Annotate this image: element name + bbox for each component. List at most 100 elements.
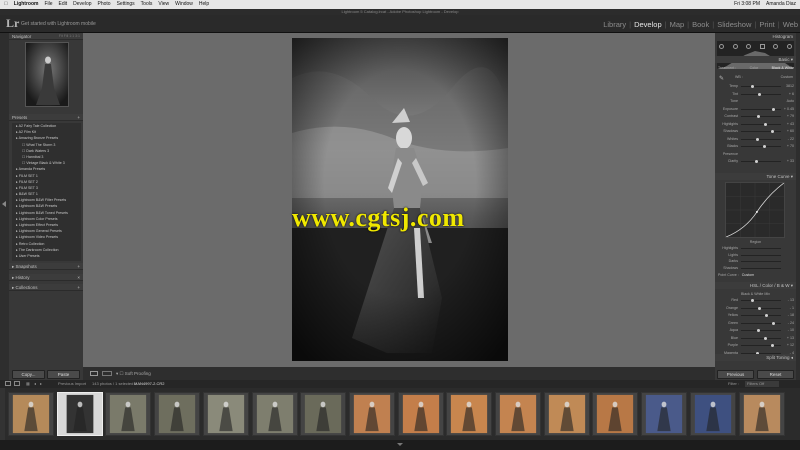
slider-row[interactable]: Red - 13	[718, 297, 794, 305]
slider-value[interactable]	[782, 151, 794, 157]
slider-thumb[interactable]	[765, 314, 768, 317]
slider-row[interactable]: Yellow - 18	[718, 312, 794, 320]
point-curve-value[interactable]: Custom	[742, 272, 754, 278]
selected-filename[interactable]: MAN4997-2.CR2	[134, 380, 164, 388]
filmstrip-thumbnail[interactable]	[543, 392, 590, 436]
preset-folder[interactable]: ▸ User Presets	[14, 253, 81, 259]
graduated-filter-icon[interactable]	[759, 44, 765, 49]
region-slider-row[interactable]: Shadows	[718, 265, 794, 272]
eyedropper-icon[interactable]: ✎	[719, 75, 724, 82]
slider-track[interactable]	[741, 92, 781, 96]
slider-value[interactable]: - 24	[782, 320, 794, 326]
slider-row[interactable]: Whites - 22	[718, 136, 794, 144]
adjustment-brush-icon[interactable]	[786, 44, 792, 49]
menu-item-file[interactable]: File	[44, 0, 52, 9]
slider-thumb[interactable]	[771, 130, 774, 133]
slider-row[interactable]: Contrast + 79	[718, 113, 794, 121]
slider-thumb[interactable]	[772, 107, 775, 111]
region-slider-track[interactable]	[741, 267, 781, 269]
slider-value[interactable]: - 1	[782, 305, 794, 311]
filmstrip-thumbnail[interactable]	[251, 392, 298, 436]
slider-thumb[interactable]	[764, 122, 767, 126]
slider-row[interactable]: Exposure + 0.45	[718, 106, 794, 114]
filmstrip-thumbnail[interactable]	[592, 392, 639, 436]
slider-value[interactable]: - 10	[782, 327, 794, 333]
wb-row[interactable]: WB : Custom	[735, 74, 793, 80]
slider-value[interactable]: + 43	[782, 121, 794, 127]
slider-track[interactable]	[741, 329, 781, 332]
filmstrip-thumbnail[interactable]	[300, 392, 347, 436]
slider-track[interactable]	[741, 160, 781, 163]
slider-row[interactable]: Purple + 12	[718, 342, 794, 350]
second-window-icon[interactable]	[14, 381, 20, 386]
module-book[interactable]: Book	[690, 20, 711, 29]
red-eye-icon[interactable]	[746, 44, 752, 49]
slider-row[interactable]: Temp 3812	[718, 83, 794, 91]
slider-track[interactable]	[741, 130, 781, 133]
slider-track[interactable]	[741, 115, 781, 118]
slider-track[interactable]	[741, 299, 781, 302]
slider-value[interactable]: + 0.45	[782, 106, 794, 112]
navigator-header[interactable]: Navigator Fit Fill 1:1 3:1	[9, 33, 83, 40]
slider-thumb[interactable]	[757, 329, 760, 332]
slider-value[interactable]: + 79	[782, 113, 794, 119]
slider-value[interactable]: - 18	[782, 312, 794, 318]
hsl-header[interactable]: HSL / Color / B & W ▾	[715, 282, 796, 289]
slider-track[interactable]	[741, 336, 781, 340]
filmstrip-thumbnail[interactable]	[641, 392, 688, 436]
filmstrip-thumbnail[interactable]	[689, 392, 736, 436]
reset-button[interactable]: Reset	[757, 370, 794, 379]
slider-row[interactable]: Tone Auto	[718, 98, 794, 106]
slider-thumb[interactable]	[772, 321, 775, 325]
copy-button[interactable]: Copy...	[12, 370, 45, 379]
slider-value[interactable]: + 70	[782, 143, 794, 149]
forward-arrow-icon[interactable]: ▸	[40, 380, 42, 388]
menu-item-settings[interactable]: Settings	[117, 0, 135, 9]
slider-track[interactable]	[741, 137, 781, 141]
slider-row[interactable]: Green - 24	[718, 320, 794, 328]
module-map[interactable]: Map	[668, 20, 687, 29]
filmstrip-thumbnail[interactable]	[446, 392, 493, 436]
slider-track[interactable]	[741, 122, 781, 126]
source-label[interactable]: Previous Import	[58, 380, 86, 388]
slider-thumb[interactable]	[756, 137, 759, 141]
slider-row[interactable]: Shadows + 60	[718, 128, 794, 136]
filmstrip-thumbnail[interactable]	[105, 392, 152, 436]
soft-proofing-label[interactable]: ▾ ☐ Soft Proofing	[116, 367, 151, 380]
mobile-promo-text[interactable]: Get started with Lightroom mobile	[21, 21, 96, 27]
module-develop[interactable]: Develop	[632, 20, 664, 29]
slider-track[interactable]	[741, 145, 781, 148]
filmstrip-thumbnail[interactable]	[8, 392, 54, 436]
slider-thumb[interactable]	[757, 115, 760, 118]
menu-item-photo[interactable]: Photo	[98, 0, 111, 9]
menu-item-develop[interactable]: Develop	[73, 0, 91, 9]
slider-thumb[interactable]	[758, 306, 761, 310]
slider-track[interactable]	[741, 321, 781, 325]
menu-item-edit[interactable]: Edit	[59, 0, 68, 9]
previous-button[interactable]: Previous	[717, 370, 754, 379]
slider-thumb[interactable]	[771, 344, 774, 347]
filmstrip-thumbnail[interactable]	[495, 392, 541, 436]
slider-value[interactable]: + 12	[782, 342, 794, 348]
crop-tool-icon[interactable]	[719, 44, 724, 49]
slider-row[interactable]: Clarity + 33	[718, 158, 794, 166]
presets-header[interactable]: Presets +	[9, 114, 83, 121]
radial-filter-icon[interactable]	[773, 44, 779, 49]
filmstrip-thumbnail[interactable]	[56, 392, 103, 436]
history-header[interactable]: ▸ History ×	[9, 274, 83, 281]
slider-row[interactable]: Blue + 13	[718, 335, 794, 343]
add-preset-icon[interactable]: +	[77, 114, 80, 120]
tone-curve-graph[interactable]	[725, 182, 785, 238]
point-curve-row[interactable]: Point Curve : Custom	[718, 272, 794, 278]
slider-value[interactable]: - 13	[782, 297, 794, 303]
slider-row[interactable]: Blacks + 70	[718, 143, 794, 151]
module-print[interactable]: Print	[757, 20, 776, 29]
collapse-filmstrip-icon[interactable]	[397, 443, 403, 446]
slider-row[interactable]: Aqua - 10	[718, 327, 794, 335]
slider-value[interactable]: - 22	[782, 136, 794, 142]
slider-row[interactable]: Tint + 6	[718, 91, 794, 99]
wb-value[interactable]: Custom	[781, 74, 793, 80]
menu-item-help[interactable]: Help	[199, 0, 209, 9]
region-slider-track[interactable]	[741, 254, 781, 256]
menu-item-view[interactable]: View	[158, 0, 169, 9]
